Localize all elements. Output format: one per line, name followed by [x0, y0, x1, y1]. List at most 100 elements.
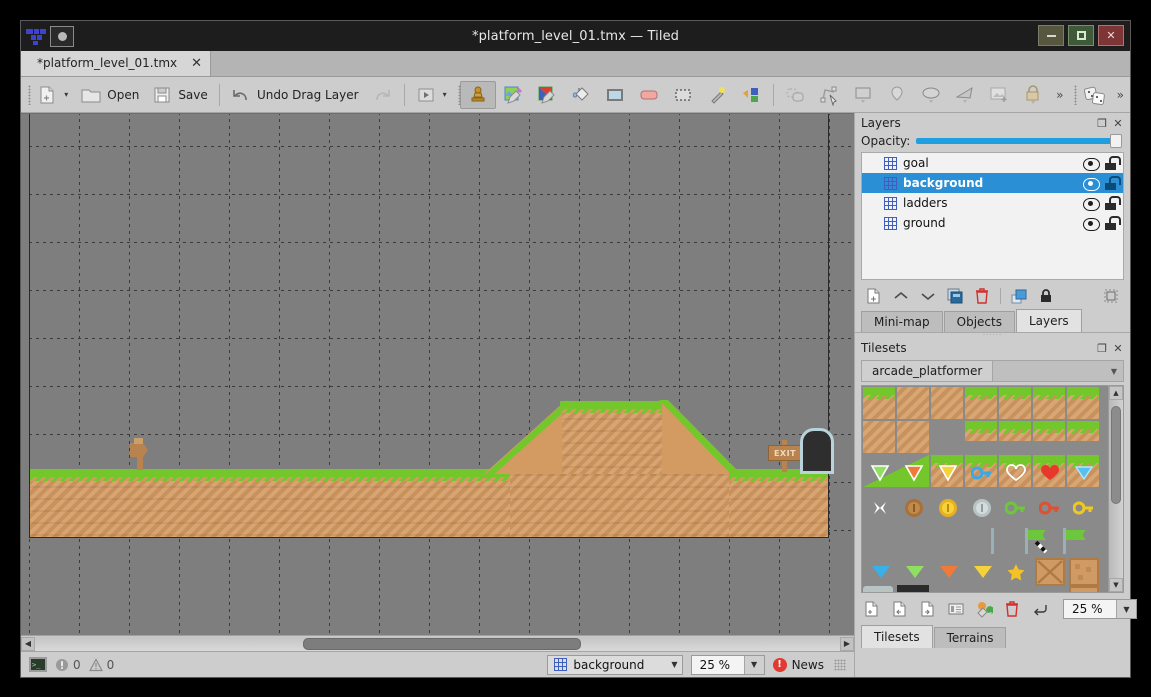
chevron-up-icon[interactable] — [892, 287, 910, 305]
open-button[interactable]: Open — [74, 81, 145, 109]
layer-lock-toggle[interactable] — [1104, 176, 1117, 190]
layer-row[interactable]: background — [862, 173, 1123, 193]
tile-gem-yellow[interactable] — [937, 464, 957, 480]
wooden-sign-object[interactable] — [124, 436, 158, 470]
current-layer-combo[interactable]: background ▼ — [547, 655, 682, 675]
window-resize-grip[interactable] — [834, 659, 846, 671]
tile-diamond-blue[interactable] — [870, 564, 890, 580]
tileset-properties-icon[interactable] — [947, 600, 965, 618]
maximize-button[interactable] — [1068, 25, 1094, 46]
chevron-down-icon[interactable]: ▾ — [64, 90, 68, 99]
tileset-zoom-combo[interactable]: 25 % ▼ — [1063, 599, 1137, 619]
chevron-down-icon[interactable]: ▼ — [671, 660, 677, 669]
terrain-brush-tool[interactable] — [496, 81, 530, 109]
trash-icon[interactable] — [1003, 600, 1021, 618]
scroll-down-arrow-icon[interactable]: ▼ — [1109, 578, 1123, 592]
tile-gem-green[interactable] — [869, 464, 889, 480]
tile-dirt-1[interactable] — [897, 387, 929, 419]
tile-gem-blue[interactable] — [1073, 464, 1093, 480]
close-icon[interactable]: ✕ — [191, 57, 202, 70]
toolbar-grip-2[interactable] — [456, 83, 457, 107]
tile-key-red[interactable] — [1039, 499, 1059, 515]
tile-grass-small-1[interactable] — [965, 421, 997, 441]
tile-grass-left[interactable] — [863, 387, 895, 419]
tile-flag-pole[interactable] — [990, 528, 1010, 544]
exit-sign-object[interactable]: EXIT — [767, 440, 803, 472]
chevron-down-icon[interactable]: ▼ — [744, 656, 764, 674]
document-badge-icon[interactable] — [50, 26, 74, 47]
window-titlebar[interactable]: *platform_level_01.tmx — Tiled ✕ — [21, 21, 1130, 51]
tile-dirt-2[interactable] — [931, 387, 963, 419]
tile-dirt-3[interactable] — [863, 421, 895, 453]
chevron-down-icon[interactable] — [919, 287, 937, 305]
scroll-left-arrow-icon[interactable]: ◀ — [21, 637, 35, 651]
new-layer-icon[interactable] — [865, 287, 883, 305]
layer-row[interactable]: goal — [862, 153, 1123, 173]
tileset-tile-grid[interactable]: ▲ ▼ — [861, 385, 1124, 593]
new-tileset-icon[interactable] — [863, 600, 881, 618]
layer-row[interactable]: ladders — [862, 193, 1123, 213]
trash-icon[interactable] — [973, 287, 991, 305]
group-layer-icon[interactable] — [1010, 287, 1028, 305]
toolbar-overflow-button[interactable]: » — [1050, 81, 1069, 109]
lock-icon[interactable] — [1037, 287, 1055, 305]
tab-tilesets[interactable]: Tilesets — [861, 625, 933, 648]
scroll-right-arrow-icon[interactable]: ▶ — [840, 637, 854, 651]
document-tab[interactable]: *platform_level_01.tmx ✕ — [21, 50, 211, 76]
new-file-button[interactable]: ▾ — [30, 81, 74, 109]
tileset-tab-arcade-platformer[interactable]: arcade_platformer — [861, 360, 993, 382]
toolbar-grip-3[interactable] — [1072, 83, 1073, 107]
eraser-tool[interactable] — [632, 81, 666, 109]
tile-diamond-green[interactable] — [904, 564, 924, 580]
tile-grass-mid[interactable] — [1033, 387, 1065, 419]
rectangle-select-tool[interactable] — [598, 81, 632, 109]
edit-tileset-icon[interactable] — [975, 600, 993, 618]
chevron-down-icon[interactable]: ▾ — [443, 90, 447, 99]
layer-lock-toggle[interactable] — [1104, 216, 1117, 230]
close-button[interactable]: ✕ — [1098, 25, 1124, 46]
tileset-scroll-thumb[interactable] — [1111, 406, 1121, 504]
tab-mini-map[interactable]: Mini-map — [861, 311, 943, 332]
save-button[interactable]: Save — [145, 81, 213, 109]
float-panel-icon[interactable]: ❐ — [1094, 115, 1110, 131]
command-button[interactable]: ▾ — [409, 81, 453, 109]
tab-terrains[interactable]: Terrains — [934, 627, 1007, 648]
toolbar-overflow-button-2[interactable]: » — [1111, 81, 1130, 109]
select-same-tile-tool[interactable] — [734, 81, 768, 109]
tile-platform-gray[interactable] — [863, 586, 893, 592]
export-tileset-icon[interactable] — [919, 600, 937, 618]
tileset-tiles[interactable] — [862, 386, 1108, 592]
layer-visibility-toggle[interactable] — [1083, 217, 1098, 229]
layer-lock-toggle[interactable] — [1104, 196, 1117, 210]
tile-grass-corner[interactable] — [965, 387, 997, 419]
tab-objects[interactable]: Objects — [944, 311, 1015, 332]
tile-key-blue[interactable] — [971, 464, 991, 480]
layer-visibility-toggle[interactable] — [1083, 157, 1098, 169]
random-mode-button[interactable] — [1077, 81, 1111, 109]
layer-visibility-toggle[interactable] — [1083, 197, 1098, 209]
map-canvas[interactable]: EXIT — [21, 113, 854, 635]
tile-platform-dark[interactable] — [897, 585, 929, 592]
tileset-vertical-scrollbar[interactable]: ▲ ▼ — [1108, 386, 1123, 592]
marquee-select-tool[interactable] — [666, 81, 700, 109]
news-button[interactable]: ! News — [773, 658, 824, 672]
tile-gem-orange[interactable] — [903, 464, 923, 480]
terminal-icon[interactable]: >_ — [29, 657, 47, 672]
tile-coin-bronze[interactable] — [904, 498, 924, 514]
layer-lock-toggle[interactable] — [1104, 156, 1117, 170]
tile-sparkle[interactable] — [870, 499, 890, 515]
tile-coin-gold[interactable] — [938, 498, 958, 514]
scroll-up-arrow-icon[interactable]: ▲ — [1109, 386, 1123, 400]
chevron-down-icon[interactable]: ▼ — [1116, 600, 1136, 618]
tile-crate-bottom[interactable] — [1069, 586, 1099, 592]
layer-properties-icon[interactable] — [1102, 287, 1120, 305]
hscroll-track[interactable] — [35, 637, 840, 651]
tile-heart-red[interactable] — [1039, 464, 1059, 480]
tile-slope-1[interactable] — [897, 421, 929, 453]
tile-flag-green[interactable] — [1062, 528, 1082, 544]
error-counter[interactable]: 0 — [55, 658, 81, 672]
canvas-zoom-combo[interactable]: 25 % ▼ — [691, 655, 765, 675]
magic-wand-tool[interactable] — [700, 81, 734, 109]
float-panel-icon[interactable]: ❐ — [1094, 340, 1110, 356]
tab-layers[interactable]: Layers — [1016, 309, 1082, 332]
